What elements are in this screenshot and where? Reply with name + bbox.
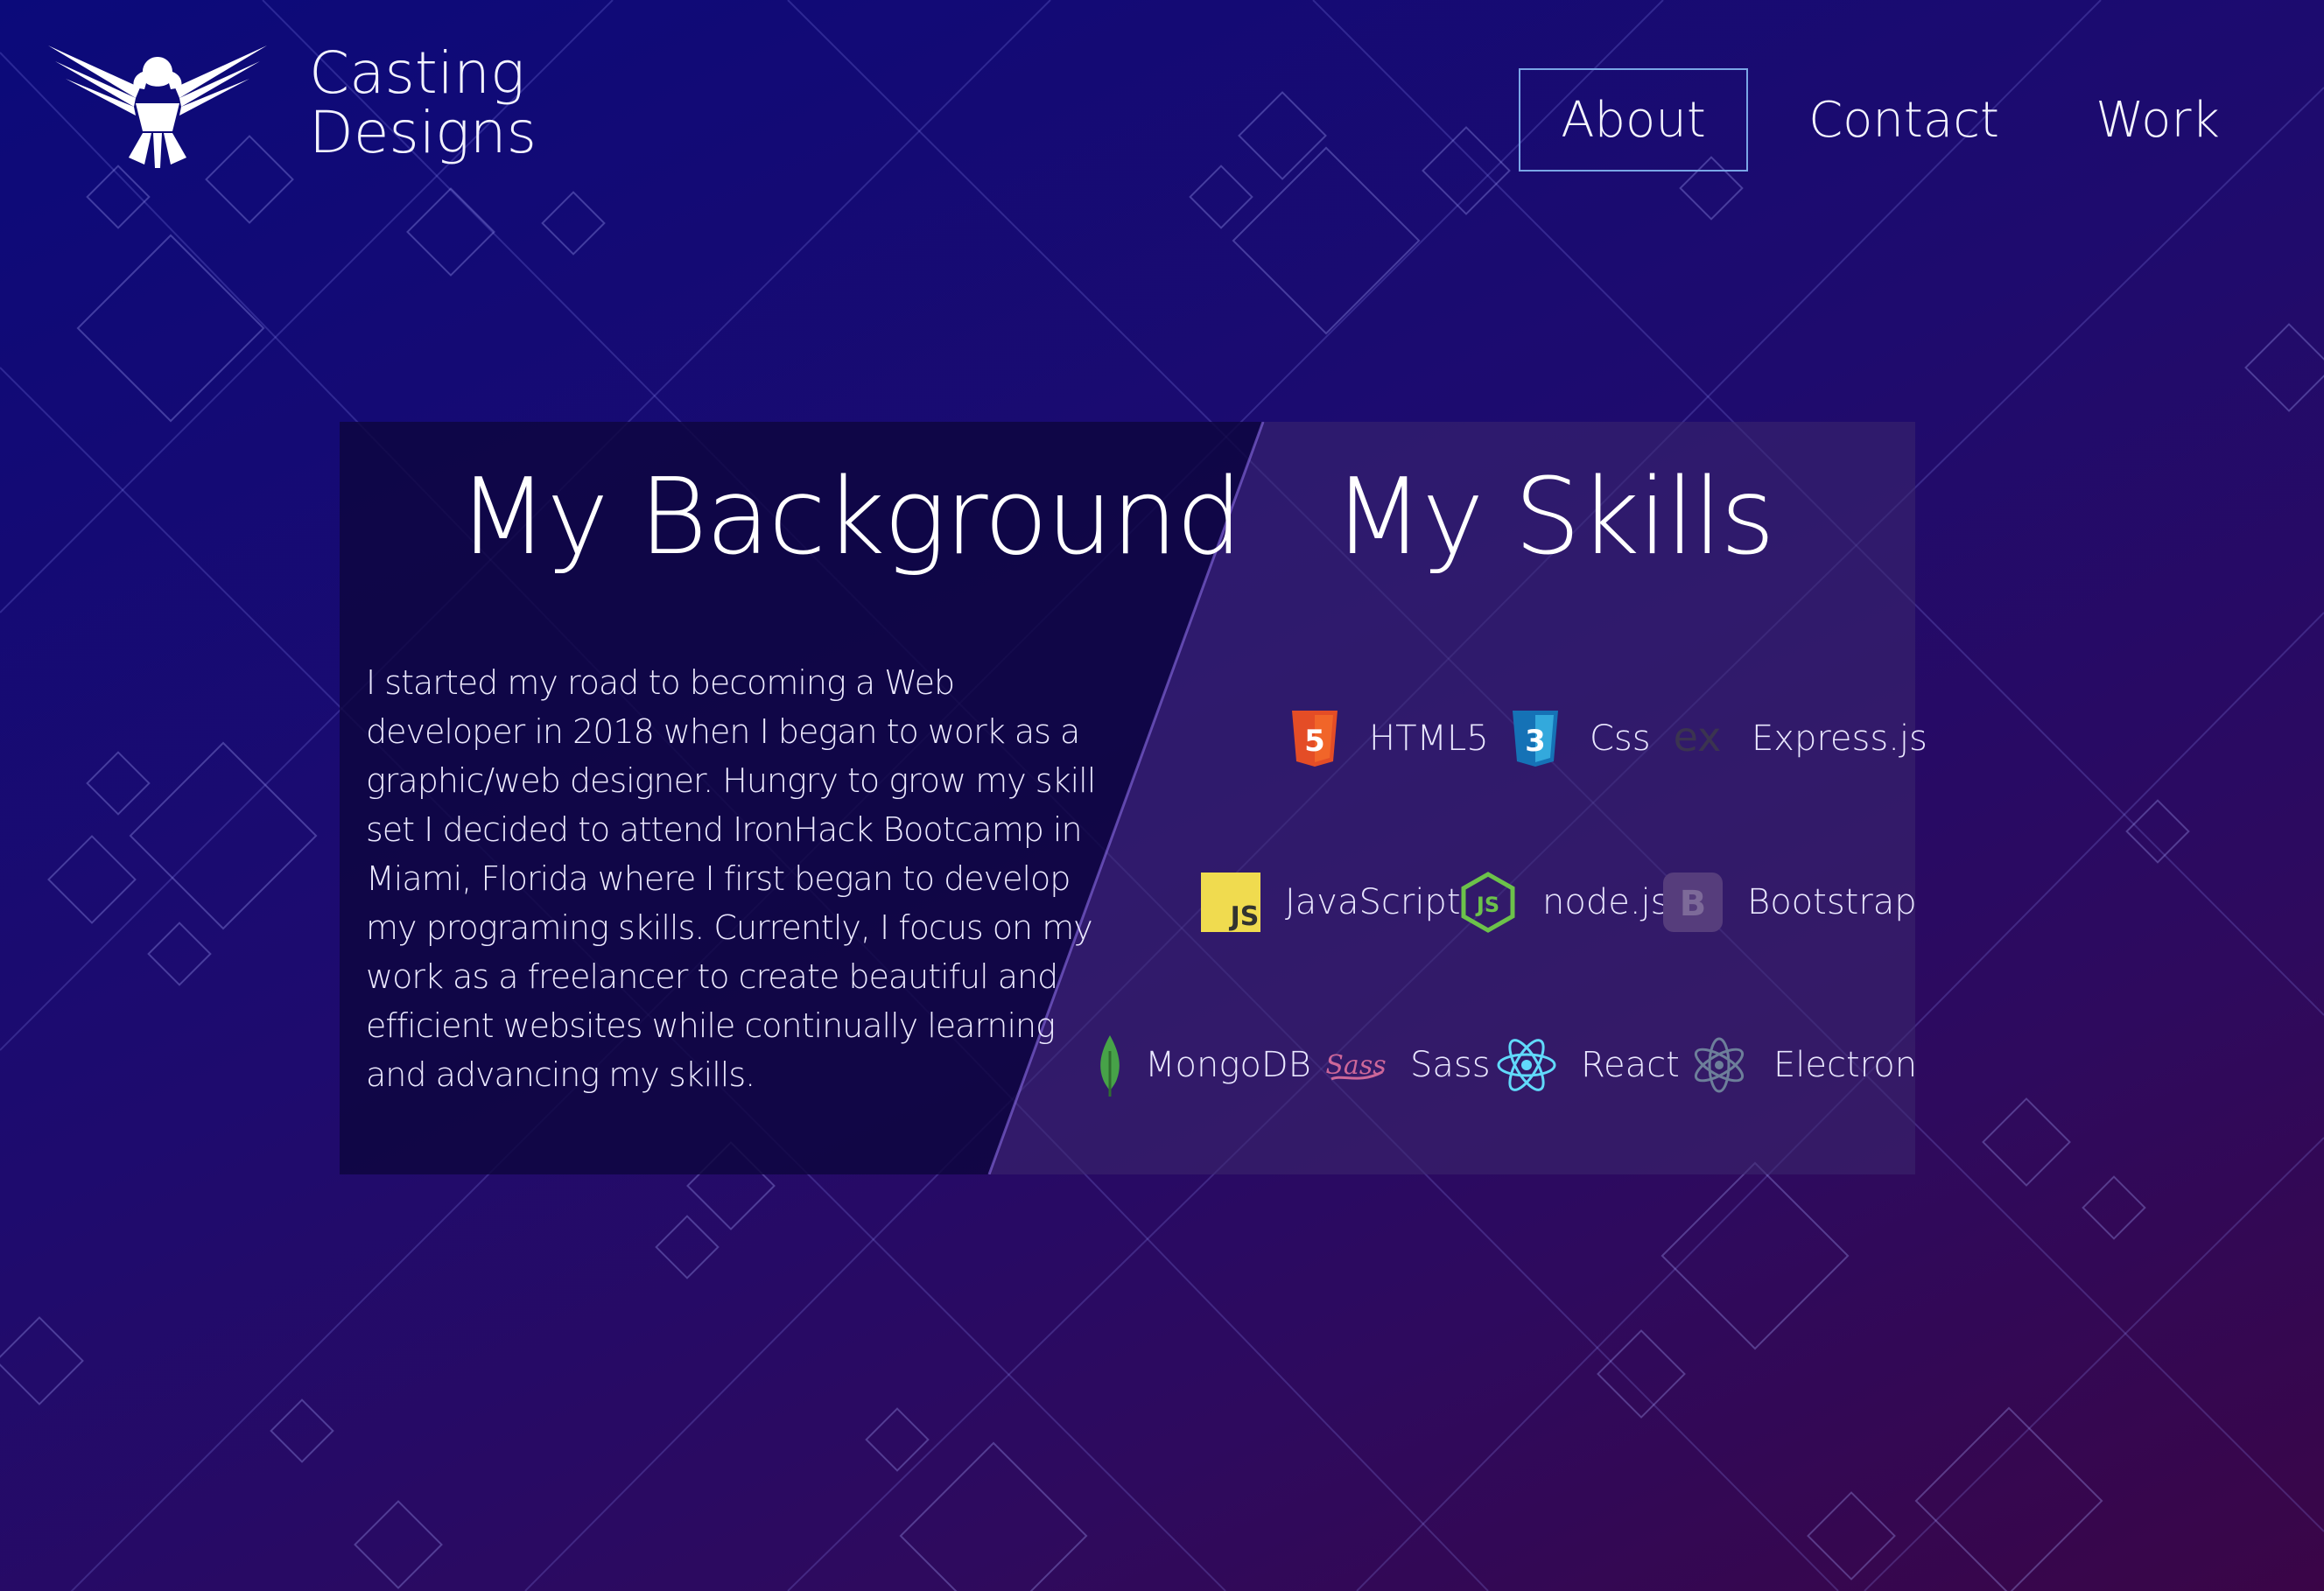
skills-title: My Skills: [1333, 457, 1775, 578]
skill-react: React: [1495, 1026, 1680, 1104]
skill-nodejs: JS node.js: [1457, 863, 1669, 942]
skill-html5: 5 HTML5: [1283, 699, 1489, 778]
skill-label-express: Express.js: [1752, 718, 1927, 759]
brand-name: Casting Designs: [309, 39, 537, 166]
skill-label-css: Css: [1590, 718, 1651, 759]
nav-work[interactable]: Work: [2070, 68, 2245, 172]
svg-text:Sass: Sass: [1325, 1050, 1386, 1081]
sass-icon: Sass: [1324, 1034, 1387, 1097]
bootstrap-icon: B: [1661, 871, 1724, 934]
skill-mongodb: MongoDB: [1092, 1026, 1311, 1104]
svg-text:JS: JS: [1229, 901, 1260, 932]
svg-text:3: 3: [1525, 724, 1546, 759]
skill-css: 3 Css: [1504, 699, 1651, 778]
eagle-icon: [48, 46, 267, 168]
brand-line-1: Casting: [309, 39, 525, 107]
skill-label-react: React: [1581, 1045, 1680, 1085]
skill-sass: Sass Sass: [1324, 1026, 1491, 1104]
background-title: My Background: [458, 457, 1243, 578]
svg-text:5: 5: [1304, 724, 1325, 759]
skill-electron: Electron: [1688, 1026, 1917, 1104]
electron-icon: [1688, 1034, 1751, 1097]
react-icon: [1495, 1034, 1558, 1097]
express-icon: ex: [1666, 707, 1729, 770]
skill-label-mongodb: MongoDB: [1145, 1045, 1311, 1085]
skill-label-sass: Sass: [1410, 1045, 1491, 1085]
skill-label-electron: Electron: [1773, 1045, 1918, 1085]
nav-contact[interactable]: Contact: [1790, 68, 2018, 172]
about-panel: My Background I started my road to becom…: [340, 422, 1927, 1174]
skill-label-html5: HTML5: [1369, 718, 1489, 759]
brand-line-2: Designs: [309, 98, 537, 166]
nodejs-icon: JS: [1457, 871, 1520, 934]
skill-label-nodejs: node.js: [1542, 882, 1669, 922]
svg-text:B: B: [1680, 884, 1707, 924]
skill-javascript: JS JavaScript: [1199, 863, 1461, 942]
mongodb-icon: [1092, 1034, 1127, 1097]
svg-text:ex: ex: [1674, 713, 1722, 760]
skill-label-bootstrap: Bootstrap: [1747, 882, 1917, 922]
css3-icon: 3: [1504, 707, 1567, 770]
javascript-icon: JS: [1199, 871, 1262, 934]
skill-label-javascript: JavaScript: [1285, 882, 1461, 922]
skill-bootstrap: B Bootstrap: [1661, 863, 1917, 942]
skill-express: ex Express.js: [1666, 699, 1927, 778]
brand-logo[interactable]: Casting Designs: [48, 35, 537, 171]
background-paragraph: I started my road to becoming a Web deve…: [366, 663, 1096, 1094]
nav-about[interactable]: About: [1519, 68, 1748, 172]
svg-text:JS: JS: [1475, 893, 1499, 917]
html5-icon: 5: [1283, 707, 1346, 770]
